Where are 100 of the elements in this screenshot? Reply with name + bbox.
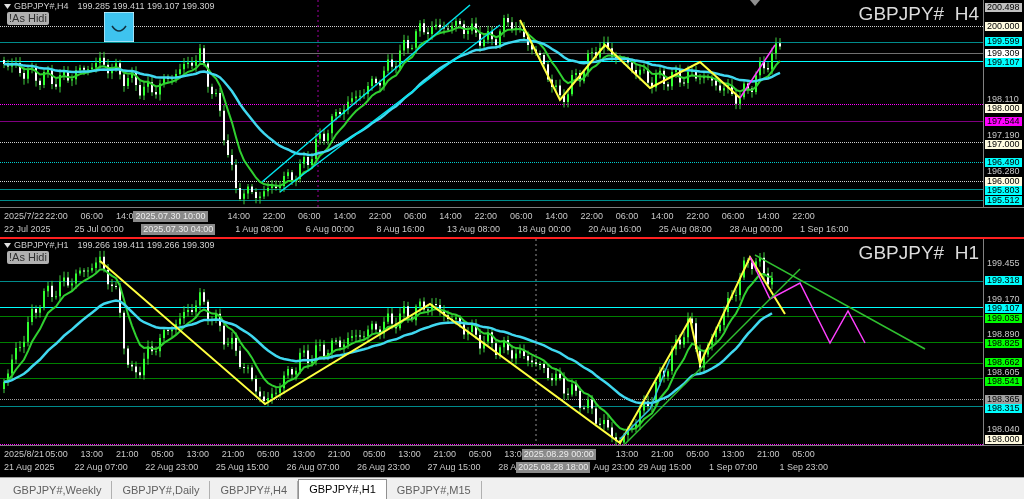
price-label: 198.662 <box>985 358 1022 367</box>
time-label: 14:00 <box>756 211 781 222</box>
symbol-label: GBPJPY#,H4 <box>14 1 69 11</box>
time-label: 14:00 <box>651 211 675 222</box>
price-label: 198.000 <box>985 104 1022 114</box>
price-tick: 199.455 <box>987 259 1020 269</box>
price-label: 198.825 <box>985 339 1022 349</box>
price-label: 199.309 <box>985 48 1022 58</box>
time-label: 21:00 <box>327 449 352 460</box>
time-label: 05:00 <box>45 449 69 460</box>
time-cursor-label: 2025.07.30 10:00 <box>133 211 208 222</box>
time-label: 13 Aug 08:00 <box>447 224 502 235</box>
time-label: 22 Aug 07:00 <box>74 462 129 473</box>
time-label: 18 Aug 00:00 <box>517 224 572 235</box>
price-tick: 199.170 <box>987 294 1020 304</box>
time-label: 13:0 <box>504 449 522 460</box>
time-label: 21:00 <box>651 449 675 460</box>
time-label: 29 Aug 15:00 <box>638 462 693 473</box>
price-label: 199.107 <box>985 58 1022 68</box>
price-tick: 198.605 <box>987 367 1020 377</box>
price-label: 198.365 <box>985 394 1022 404</box>
time-label: 13:00 <box>721 449 746 460</box>
time-label: 05:00 <box>151 449 175 460</box>
symbol-label: GBPJPY#,H1 <box>14 240 69 250</box>
time-label: 14:0 <box>115 211 134 222</box>
price-tick: 196.280 <box>987 167 1020 177</box>
time-label: 25 Aug 15:00 <box>215 462 270 473</box>
time-label: 13:00 <box>292 449 316 460</box>
time-label: 8 Aug 16:00 <box>376 224 426 235</box>
time-label: 22:00 <box>792 211 816 222</box>
price-label: 195.512 <box>985 195 1022 205</box>
indicator-badge[interactable]: !As Hidi <box>7 12 49 25</box>
time-label: 13:00 <box>398 449 422 460</box>
time-label: 1 Aug 08:00 <box>235 224 285 235</box>
indicator-badge[interactable]: !As Hidi <box>7 251 49 264</box>
price-label: 195.803 <box>985 186 1022 196</box>
forecast-line <box>739 44 776 99</box>
collapse-triangle-icon[interactable] <box>4 242 11 248</box>
time-label: 26 Aug 23:00 <box>356 462 412 473</box>
time-label: 05:00 <box>792 449 816 460</box>
time-cursor-label: 2025.08.29 00:00 <box>521 449 596 460</box>
time-label: 14:00 <box>545 211 569 222</box>
time-label: 22:00 <box>262 211 287 222</box>
time-label: 1 Sep 23:00 <box>779 462 830 473</box>
time-label: 21:00 <box>115 449 140 460</box>
price-label: 198.000 <box>985 434 1022 444</box>
price-label: 197.000 <box>985 140 1022 150</box>
time-label: 22:00 <box>580 211 604 222</box>
chart-title: GBPJPY# H1 <box>858 242 979 264</box>
price-tick: 198.040 <box>987 425 1020 434</box>
price-label: 199.107 <box>985 304 1022 314</box>
time-label: 14:00 <box>227 211 252 222</box>
time-cursor-label: 2025.08.28 18:00 <box>516 462 591 473</box>
ohlc-values: 199.266 199.411 199.266 199.309 <box>77 240 215 250</box>
time-label: 21 Aug 2025 <box>4 462 56 473</box>
collapse-triangle-icon[interactable] <box>4 3 11 9</box>
price-label: 199.599 <box>985 37 1022 47</box>
time-label: 21:00 <box>221 449 246 460</box>
time-label: 2025/7/22 <box>4 211 45 222</box>
time-label: 27 Aug 15:00 <box>427 462 482 473</box>
time-label: 22:00 <box>368 211 393 222</box>
time-label: 21:00 <box>756 449 781 460</box>
price-label: 196.000 <box>985 176 1022 186</box>
time-label: 28 Aug 00:00 <box>729 224 784 235</box>
time-label: 06:00 <box>721 211 746 222</box>
time-label: 05:00 <box>468 449 493 460</box>
price-label: 200.000 <box>985 21 1022 31</box>
time-label: 06:00 <box>509 211 534 222</box>
time-label: 21:00 <box>433 449 458 460</box>
chart-title: GBPJPY# H4 <box>858 3 979 25</box>
time-label: 22:00 <box>45 211 69 222</box>
price-tick: 198.110 <box>987 94 1019 104</box>
time-label: 05:00 <box>257 449 281 460</box>
time-label: 1 Sep 07:00 <box>708 462 759 473</box>
time-label: 25 Aug 08:00 <box>658 224 713 235</box>
time-label: 2025/8/21 <box>4 449 45 460</box>
time-label: 22 Jul 2025 <box>4 224 52 235</box>
price-label: 199.035 <box>985 313 1022 323</box>
smiley-icon[interactable] <box>104 12 134 42</box>
time-label: 14:00 <box>439 211 463 222</box>
ohlc-values: 199.285 199.411 199.107 199.309 <box>77 1 215 11</box>
time-label: 1 Sep 16:00 <box>800 224 850 235</box>
time-label: 06:00 <box>80 211 105 222</box>
time-label: 20 Aug 16:00 <box>588 224 643 235</box>
time-label: 06:00 <box>404 211 428 222</box>
chart-tab[interactable]: GBPJPY#,H1 <box>298 479 387 499</box>
time-cursor-label: 2025.07.30 04:00 <box>141 224 216 235</box>
time-label: 06:00 <box>615 211 640 222</box>
price-label: 198.315 <box>985 404 1022 414</box>
time-label: 05:00 <box>686 449 710 460</box>
time-label: 13:00 <box>615 449 640 460</box>
price-label: 197.544 <box>985 116 1022 126</box>
price-label: 199.318 <box>985 276 1022 286</box>
price-label: 198.541 <box>985 377 1022 386</box>
time-label: 22 Aug 23:00 <box>145 462 200 473</box>
time-label: 13:00 <box>80 449 105 460</box>
time-label: 05:00 <box>362 449 387 460</box>
time-label: 22:00 <box>686 211 710 222</box>
shift-marker-icon[interactable] <box>750 0 760 6</box>
price-tick: 197.190 <box>987 130 1020 140</box>
